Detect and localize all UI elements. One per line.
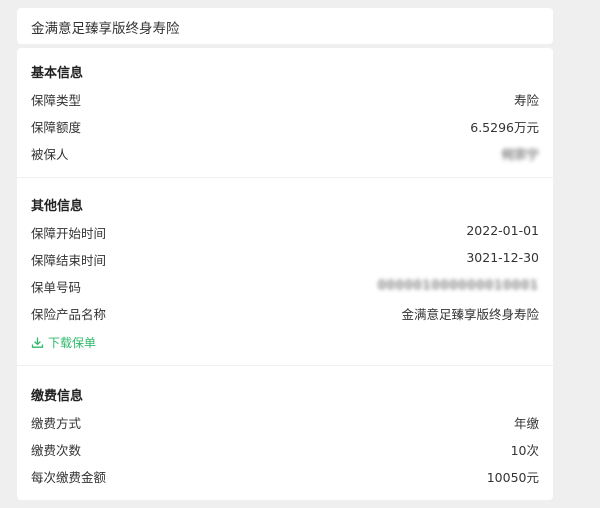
coverage-amount-label: 保障额度: [31, 120, 82, 135]
coverage-type-value: 寿险: [513, 93, 539, 108]
product-name-value: 金满意足臻享版终身寿险: [401, 307, 539, 322]
row-end-date: 保障结束时间 3021-12-30: [17, 250, 553, 270]
row-payment-amount: 每次缴费金额 10050元: [17, 467, 553, 487]
end-date-value: 3021-12-30: [466, 250, 539, 265]
policy-title: 金满意足臻享版终身寿险: [31, 21, 180, 37]
payment-count-label: 缴费次数: [31, 443, 82, 458]
payment-info-heading: 缴费信息: [31, 389, 84, 404]
policy-number-label: 保单号码: [31, 280, 82, 295]
coverage-amount-value: 6.5296万元: [470, 120, 539, 135]
basic-info-heading: 基本信息: [31, 66, 84, 81]
start-date-label: 保障开始时间: [31, 226, 107, 241]
policy-number-value: 000001000000010001: [377, 277, 539, 292]
payment-method-value: 年缴: [513, 416, 539, 431]
divider: [17, 177, 553, 178]
insured-person-value: 何宗宁: [501, 147, 539, 162]
row-payment-method: 缴费方式 年缴: [17, 413, 553, 433]
row-insured-person: 被保人 何宗宁: [17, 144, 553, 164]
payment-amount-value: 10050元: [486, 470, 539, 485]
policy-title-card: 金满意足臻享版终身寿险: [17, 8, 553, 44]
product-name-label: 保险产品名称: [31, 307, 107, 322]
payment-count-value: 10次: [510, 443, 539, 458]
end-date-label: 保障结束时间: [31, 253, 107, 268]
insured-person-label: 被保人: [31, 147, 69, 162]
download-icon: [31, 336, 44, 349]
row-coverage-type: 保障类型 寿险: [17, 90, 553, 110]
divider: [17, 365, 553, 366]
download-policy-label: 下载保单: [48, 336, 97, 350]
row-policy-number: 保单号码 000001000000010001: [17, 277, 553, 297]
payment-amount-label: 每次缴费金额: [31, 470, 107, 485]
download-policy-button[interactable]: 下载保单: [31, 334, 96, 351]
policy-details-card: 基本信息 保障类型 寿险 保障额度 6.5296万元 被保人 何宗宁 其他信息 …: [17, 48, 553, 500]
row-start-date: 保障开始时间 2022-01-01: [17, 223, 553, 243]
coverage-type-label: 保障类型: [31, 93, 82, 108]
payment-method-label: 缴费方式: [31, 416, 82, 431]
row-payment-count: 缴费次数 10次: [17, 440, 553, 460]
other-info-heading: 其他信息: [31, 199, 84, 214]
row-product-name: 保险产品名称 金满意足臻享版终身寿险: [17, 304, 553, 324]
start-date-value: 2022-01-01: [466, 223, 539, 238]
row-coverage-amount: 保障额度 6.5296万元: [17, 117, 553, 137]
